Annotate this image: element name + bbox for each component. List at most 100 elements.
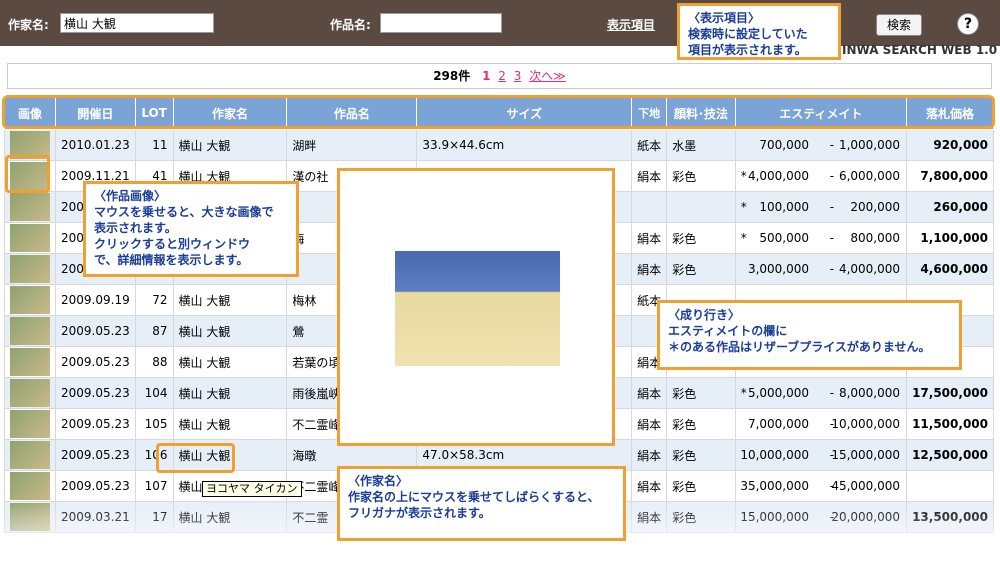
- estimate-low: 3,000,000: [747, 262, 810, 276]
- callout-display-items: 〈表示項目〉 検索時に設定していた 項目が表示されます。: [677, 3, 841, 60]
- help-icon[interactable]: ?: [957, 13, 979, 35]
- estimate-cell: 35,000,000-45,000,000: [734, 470, 908, 502]
- thumb-cell[interactable]: [4, 315, 56, 347]
- thumb-cell[interactable]: [4, 377, 56, 409]
- technique-cell: 彩色: [666, 160, 736, 192]
- estimate-cell: * 4,000,000 -6,000,000: [734, 160, 908, 192]
- estimate-cell: * 5,000,000 -8,000,000: [734, 377, 908, 409]
- search-bar: 作家名: 作品名: 表示項目 検索 ?: [0, 0, 1000, 46]
- estimate-cell: 10,000,000-15,000,000: [734, 439, 908, 471]
- date-cell: 2009.05.23: [55, 470, 136, 502]
- artist-cell[interactable]: 横山 大観: [172, 315, 288, 347]
- thumbnail-image[interactable]: [10, 255, 50, 283]
- callout-estimate: 〈成り行き〉 エスティメイトの欄に ＊のある作品はリザーブプライスがありません。: [657, 300, 962, 370]
- estimate-cell: 700,000 -1,000,000: [734, 129, 908, 161]
- artist-cell[interactable]: 横山 大観: [172, 346, 288, 378]
- table-row: 2010.01.23 11 横山 大観 湖畔 33.9×44.6cm 紙本 水墨 700,00…: [4, 129, 994, 161]
- estimate-dash: -: [829, 138, 835, 152]
- date-cell: 2010.01.23: [55, 129, 136, 161]
- title-cell: 湖畔: [286, 129, 418, 161]
- estimate-dash: -: [829, 262, 835, 276]
- artist-cell[interactable]: 横山 大観: [172, 129, 288, 161]
- reserve-mark: *: [740, 386, 747, 400]
- lot-cell: 107: [134, 470, 174, 502]
- reserve-mark: *: [740, 200, 747, 214]
- technique-cell: 水墨: [666, 129, 736, 161]
- work-input[interactable]: [380, 13, 502, 33]
- estimate-high: 8,000,000: [838, 386, 901, 400]
- thumb-cell[interactable]: [4, 284, 56, 316]
- artist-highlight: [156, 443, 235, 473]
- artist-cell[interactable]: 横山 大観: [172, 377, 288, 409]
- search-button[interactable]: 検索: [876, 14, 922, 36]
- pagination: 298件 1 2 3 次へ≫: [7, 63, 992, 89]
- artist-cell[interactable]: 横山 大観: [172, 408, 288, 440]
- thumbnail-image[interactable]: [10, 193, 50, 221]
- next-page-link[interactable]: 次へ≫: [529, 69, 566, 83]
- base-cell: 絹本: [631, 377, 668, 409]
- thumb-cell[interactable]: [4, 470, 56, 502]
- date-cell: 2009.05.23: [55, 315, 136, 347]
- estimate-cell: * 100,000 - 200,000: [734, 191, 908, 223]
- page-2-link[interactable]: 2: [498, 69, 506, 83]
- estimate-high: 6,000,000: [838, 169, 901, 183]
- estimate-high: 800,000: [850, 231, 901, 245]
- lot-cell: 11: [134, 129, 174, 161]
- base-cell: 絹本: [631, 222, 668, 254]
- furigana-tooltip: ヨコヤマ タイカン: [202, 481, 302, 497]
- price-cell: 1,100,000: [906, 222, 994, 254]
- technique-cell: 彩色: [666, 470, 736, 502]
- lot-cell: 72: [134, 284, 174, 316]
- estimate-low: 5,000,000: [747, 386, 810, 400]
- thumbnail-image[interactable]: [10, 317, 50, 345]
- reserve-mark: *: [740, 169, 747, 183]
- technique-cell: 彩色: [666, 253, 736, 285]
- base-cell: 紙本: [631, 129, 668, 161]
- artwork-image: [395, 251, 560, 366]
- price-cell: 4,600,000: [906, 253, 994, 285]
- size-cell: 33.9×44.6cm: [416, 129, 633, 161]
- estimate-low: 100,000: [759, 200, 810, 214]
- thumbnail-image[interactable]: [10, 379, 50, 407]
- thumbnail-image[interactable]: [10, 410, 50, 438]
- estimate-high: 200,000: [850, 200, 901, 214]
- thumbnail-image[interactable]: [10, 441, 50, 469]
- date-cell: 2009.05.23: [55, 408, 136, 440]
- thumb-cell[interactable]: [4, 346, 56, 378]
- thumb-cell[interactable]: [4, 191, 56, 223]
- base-cell: 絹本: [631, 160, 668, 192]
- estimate-high: 10,000,000: [831, 417, 901, 431]
- estimate-low: 500,000: [759, 231, 810, 245]
- artist-cell[interactable]: 横山 大観: [172, 284, 288, 316]
- estimate-dash: -: [829, 386, 835, 400]
- thumb-cell[interactable]: [4, 253, 56, 285]
- price-cell: 7,800,000: [906, 160, 994, 192]
- page-1: 1: [482, 69, 491, 83]
- thumbnail-image[interactable]: [10, 224, 50, 252]
- lot-cell: 87: [134, 315, 174, 347]
- estimate-low: 7,000,000: [747, 417, 810, 431]
- header-highlight: [2, 95, 995, 129]
- technique-cell: 彩色: [666, 408, 736, 440]
- thumb-cell[interactable]: [4, 439, 56, 471]
- thumbnail-image[interactable]: [10, 348, 50, 376]
- price-cell: 12,500,000: [906, 439, 994, 471]
- thumbnail-image[interactable]: [10, 286, 50, 314]
- lot-cell: 105: [134, 408, 174, 440]
- technique-cell: [666, 191, 736, 223]
- page-3-link[interactable]: 3: [514, 69, 522, 83]
- estimate-low: 35,000,000: [740, 479, 810, 493]
- price-cell: 920,000: [906, 129, 994, 161]
- thumbnail-image[interactable]: [10, 472, 50, 500]
- display-items-link[interactable]: 表示項目: [607, 16, 655, 33]
- thumbnail-highlight: [5, 155, 50, 193]
- result-count: 298件: [433, 69, 471, 83]
- callout-artist: 〈作家名〉 作家名の上にマウスを乗せてしばらくすると、 フリガナが表示されます。: [337, 466, 626, 541]
- base-cell: 絹本: [631, 470, 668, 502]
- estimate-cell: * 500,000 - 800,000: [734, 222, 908, 254]
- artist-input[interactable]: [60, 13, 214, 33]
- thumb-cell[interactable]: [4, 408, 56, 440]
- artist-label: 作家名:: [8, 18, 49, 32]
- thumb-cell[interactable]: [4, 222, 56, 254]
- technique-cell: 彩色: [666, 377, 736, 409]
